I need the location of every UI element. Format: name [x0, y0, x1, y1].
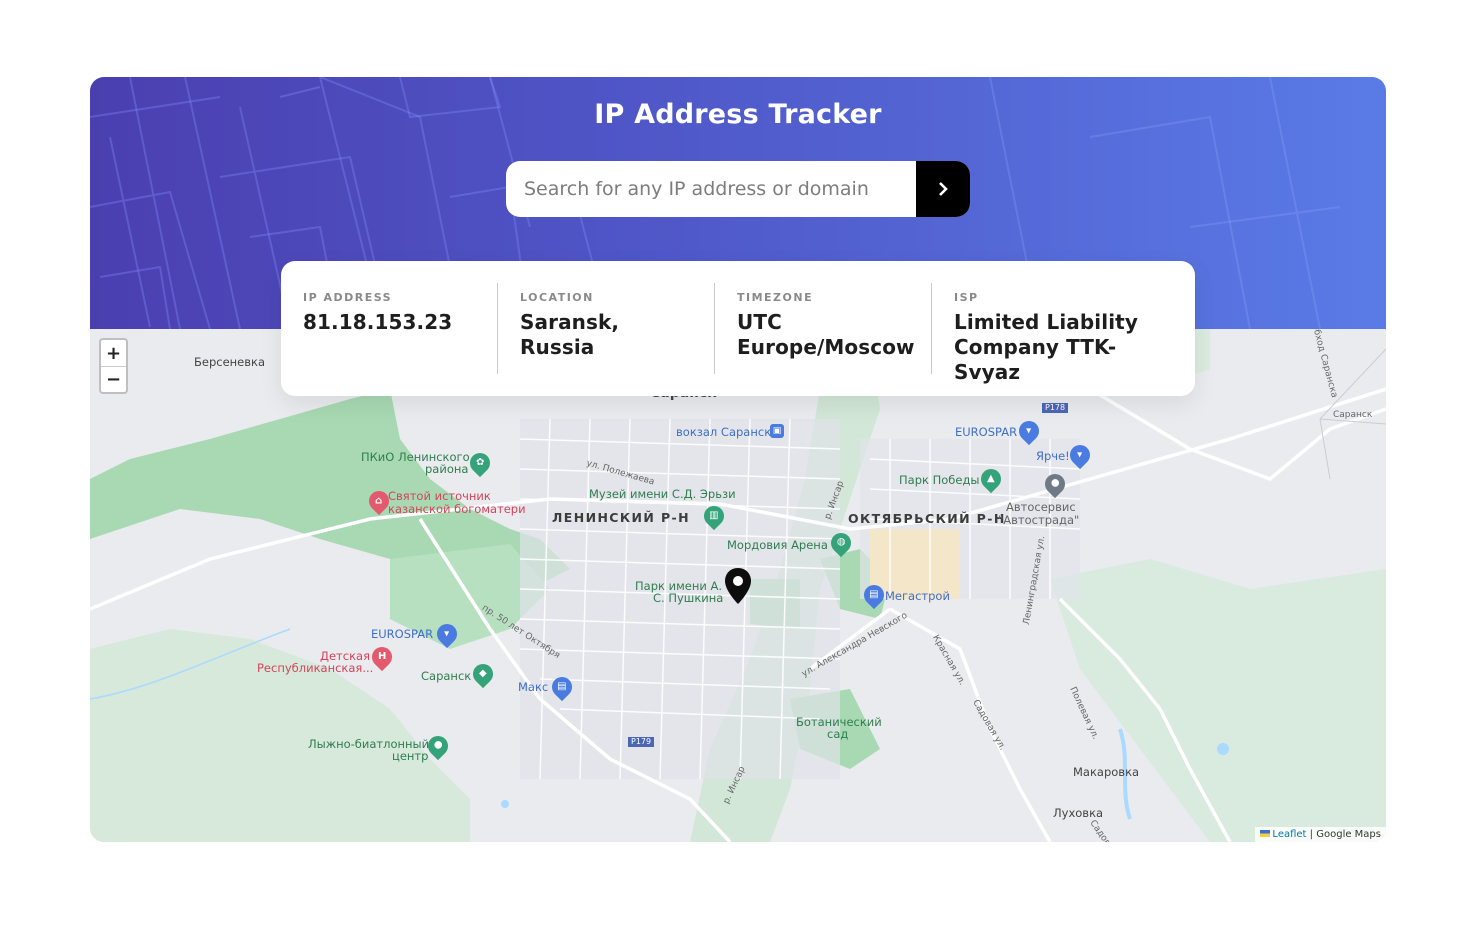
info-location: LOCATION Saransk, Russia	[498, 283, 715, 374]
map-label-pkio-2: района	[425, 462, 469, 476]
leaflet-link[interactable]: Leaflet	[1272, 829, 1306, 840]
search-input[interactable]	[506, 161, 916, 217]
map-view[interactable]: Р178 Р179 Берсеневка Саранск вокзал Сара…	[90, 329, 1386, 842]
map-attribution: Leaflet | Google Maps	[1255, 827, 1386, 842]
map-label-megastroy: Мегастрой	[885, 589, 950, 603]
map-label-svyatoy-2: казанской богоматери	[388, 502, 526, 516]
info-timezone: TIMEZONE UTC Europe/Moscow	[715, 283, 932, 374]
google-maps-attribution: Google Maps	[1316, 829, 1381, 840]
map-label-park-pushkina-2: С. Пушкина	[653, 591, 724, 605]
timezone-value: UTC Europe/Moscow	[737, 310, 915, 359]
map-label-leninsky: ЛЕНИНСКИЙ Р-Н	[552, 510, 690, 525]
app-container: IP Address Tracker Search for any IP add…	[90, 77, 1386, 842]
map-label-museum: Музей имени С.Д. Эрьзи	[589, 487, 736, 501]
map-label-makarovka: Макаровка	[1073, 765, 1140, 779]
map-label-avtoservis-2: "Автострада"	[998, 513, 1080, 527]
ukraine-flag-icon	[1260, 830, 1271, 837]
road-shield-p178: Р178	[1042, 403, 1069, 413]
map-label-detskaya-2: Республиканская...	[257, 661, 374, 675]
map-label-maks: Макс	[518, 680, 549, 694]
page-title: IP Address Tracker	[594, 99, 882, 130]
map-label-botanical-2: сад	[827, 727, 849, 741]
location-marker-icon[interactable]	[724, 567, 752, 605]
map-label-eurospar-top: EUROSPAR	[955, 425, 1018, 439]
zoom-in-button[interactable]: +	[101, 340, 126, 366]
attribution-separator: |	[1309, 829, 1314, 840]
location-value: Saransk, Russia	[520, 310, 620, 359]
search-bar	[506, 161, 970, 217]
ip-value: 81.18.153.23	[303, 310, 453, 334]
info-isp: ISP Limited Liability Company TTK-Svyaz	[932, 283, 1194, 384]
location-label: LOCATION	[520, 291, 594, 304]
map-label-saransk-road: Саранск	[1333, 410, 1373, 420]
map-label-eurospar-left: EUROSPAR	[371, 627, 434, 641]
train-station-icon[interactable]: ▣	[770, 424, 784, 438]
zoom-control: + −	[99, 338, 128, 394]
map-label-park-pobedy: Парк Победы	[899, 473, 980, 487]
map-label-yarche: Ярче!	[1036, 449, 1070, 463]
chevron-right-icon	[939, 182, 948, 196]
search-submit-button[interactable]	[916, 161, 970, 217]
map-label-lyzhno-2: центр	[392, 749, 429, 763]
road-shield-p179: Р179	[628, 737, 655, 747]
map-label-mordovia-arena: Мордовия Арена	[727, 538, 828, 552]
map-label-berseneva: Берсеневка	[194, 355, 266, 369]
timezone-label: TIMEZONE	[737, 291, 814, 304]
map-label-saransk-station: Саранск	[421, 669, 472, 683]
ip-label: IP ADDRESS	[303, 291, 393, 304]
zoom-out-button[interactable]: −	[101, 366, 126, 392]
map-label-oktyabrsky: ОКТЯБРЬСКИЙ Р-Н	[848, 511, 1006, 526]
map-label-vokzal: вокзал Саранск	[676, 425, 772, 439]
info-ip: IP ADDRESS 81.18.153.23	[281, 283, 498, 374]
info-card: IP ADDRESS 81.18.153.23 LOCATION Saransk…	[281, 261, 1195, 396]
isp-value: Limited Liability Company TTK-Svyaz	[954, 310, 1138, 384]
isp-label: ISP	[954, 291, 979, 304]
